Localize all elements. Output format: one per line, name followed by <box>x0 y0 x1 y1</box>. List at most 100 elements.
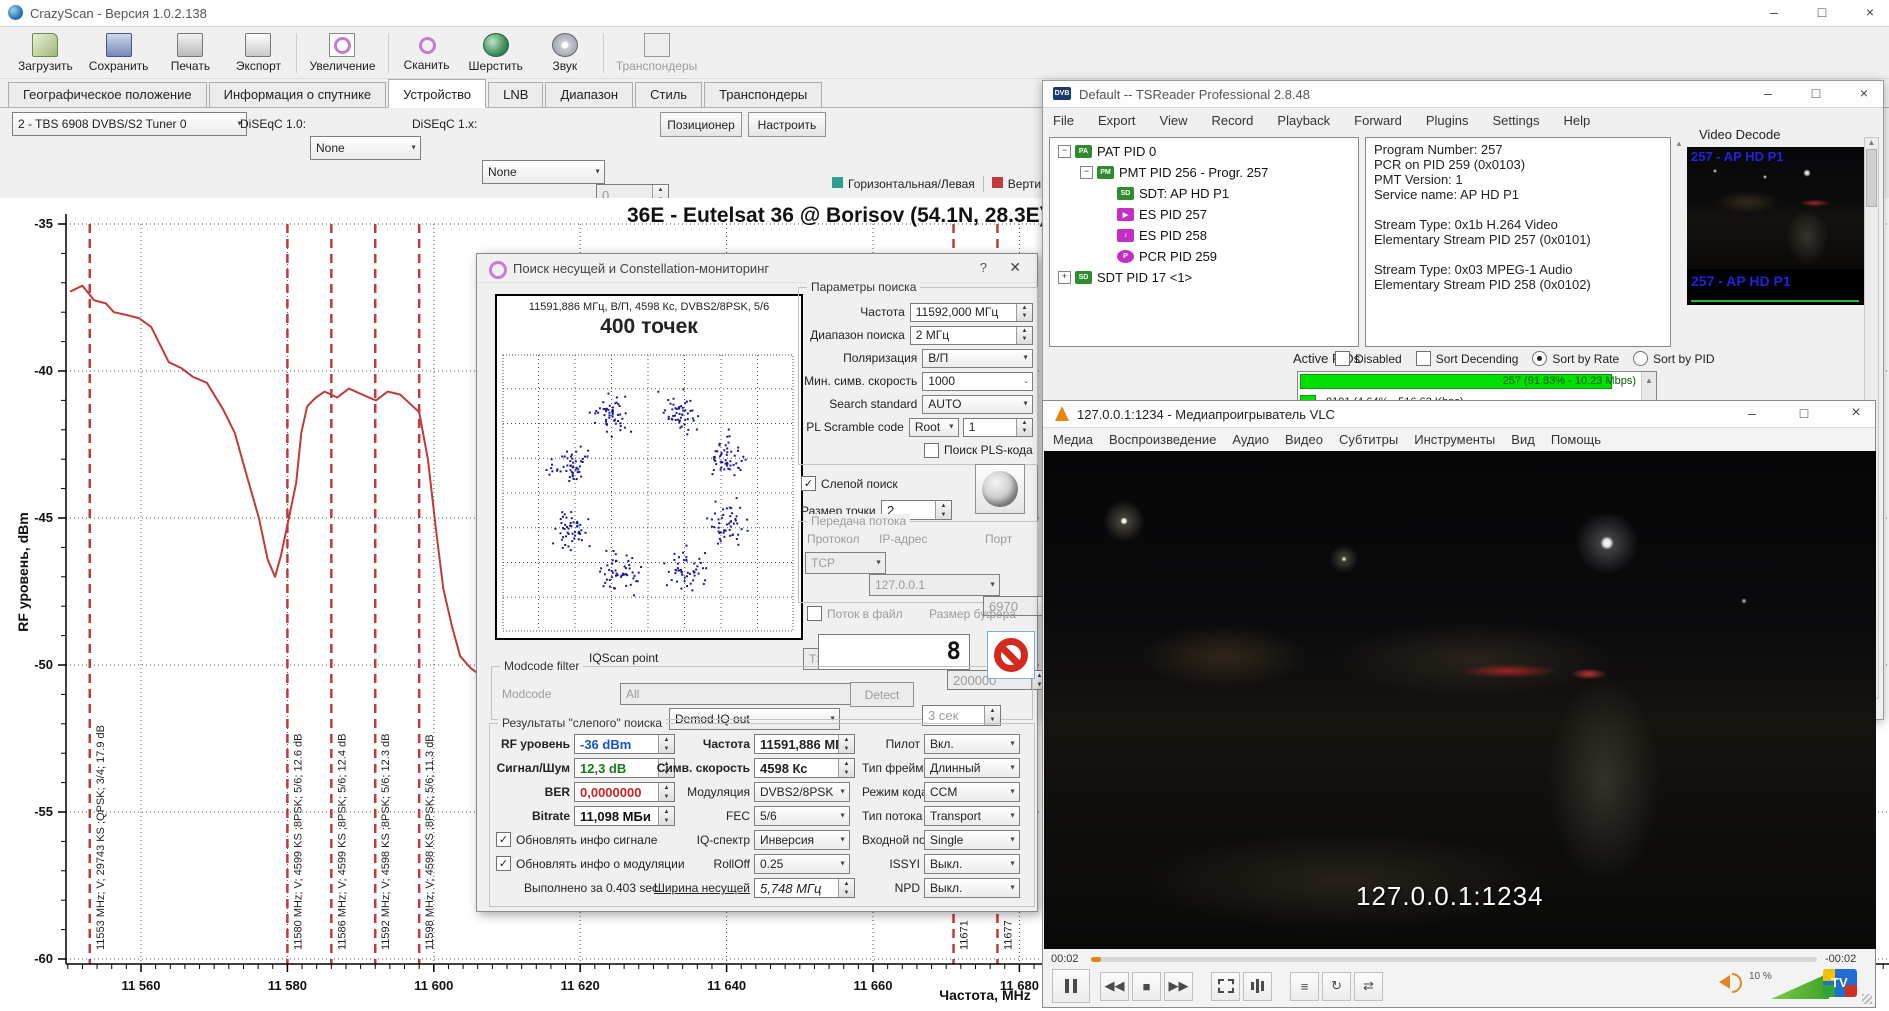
next-button[interactable]: ▶▶ <box>1164 972 1193 1001</box>
close-button[interactable]: × <box>1857 2 1883 22</box>
param-dropdown[interactable]: AUTO▼ <box>922 395 1033 414</box>
tree-item[interactable]: −PMPMT PID 256 - Progr. 257 <box>1054 162 1358 183</box>
maximize-button[interactable]: □ <box>1803 83 1829 103</box>
value-field[interactable]: 11591,886 МГц▲▼ <box>754 734 855 754</box>
tree-item[interactable]: ♪ES PID 258 <box>1054 225 1358 246</box>
value-dropdown[interactable]: DVBS2/8PSK▼ <box>754 782 850 802</box>
menu-export[interactable]: Export <box>1098 113 1136 128</box>
globe-button[interactable] <box>975 464 1025 514</box>
protocol-select[interactable]: TCP▼ <box>805 552 886 574</box>
param-dropdown[interactable]: Root▼ <box>909 418 959 437</box>
setup-button[interactable]: Настроить <box>748 112 826 137</box>
expander-minus-icon[interactable]: − <box>1080 166 1093 179</box>
tree-item[interactable]: +SDSDT PID 17 <1> <box>1054 267 1358 288</box>
menu-аудио[interactable]: Аудио <box>1232 432 1269 447</box>
pause-button[interactable] <box>1052 969 1090 1003</box>
dialog-close-button[interactable]: ✕ <box>1009 259 1021 276</box>
stop-button[interactable]: ■ <box>1132 972 1161 1001</box>
param-dropdown[interactable]: В/П▼ <box>922 349 1033 368</box>
playlist-button[interactable]: ≡ <box>1290 972 1319 1001</box>
sort-by-pid-radio[interactable]: Sort by PID <box>1633 351 1714 366</box>
scroll-up-icon[interactable]: ▲ <box>1675 139 1683 148</box>
menu-help[interactable]: Help <box>1563 113 1590 128</box>
update-info-checkbox[interactable]: ✓Обновлять инфо сигнале <box>496 832 657 847</box>
value-dropdown[interactable]: 5/6▼ <box>754 806 850 826</box>
toolbar-button-open-folder[interactable]: Загрузить <box>10 31 81 75</box>
menu-file[interactable]: File <box>1053 113 1074 128</box>
extended-settings-button[interactable] <box>1243 972 1272 1001</box>
menu-вид[interactable]: Вид <box>1511 432 1535 447</box>
disabled-checkbox[interactable]: Disabled <box>1335 351 1402 366</box>
param-spinner[interactable]: 2 МГц▲▼ <box>910 326 1033 345</box>
param-spinner[interactable]: 11592,000 МГц▲▼ <box>910 303 1033 322</box>
sort-by-rate-radio[interactable]: Sort by Rate <box>1532 351 1619 366</box>
tab-информация-о-спутнике[interactable]: Информация о спутнике <box>209 82 387 107</box>
minimize-button[interactable]: – <box>1739 403 1765 423</box>
param-spinner[interactable]: 1▲▼ <box>963 418 1033 437</box>
speaker-icon[interactable] <box>1719 975 1730 989</box>
previous-button[interactable]: ◀◀ <box>1100 972 1129 1001</box>
tuner-select[interactable]: 2 - TBS 6908 DVBS/S2 Tuner 0▼ <box>12 112 247 136</box>
expander-plus-icon[interactable]: + <box>1058 271 1071 284</box>
resize-grip[interactable] <box>1862 994 1872 1004</box>
menu-субтитры[interactable]: Субтитры <box>1339 432 1398 447</box>
blind-search-checkbox[interactable]: ✓ Слепой поиск <box>801 476 898 491</box>
tree-item[interactable]: −PAPAT PID 0 <box>1054 141 1358 162</box>
sort-decending-checkbox[interactable]: Sort Decending <box>1416 351 1519 366</box>
ip-select[interactable]: 127.0.0.1▼ <box>869 574 1000 596</box>
menu-помощь[interactable]: Помощь <box>1551 432 1601 447</box>
expander-minus-icon[interactable]: − <box>1058 145 1071 158</box>
toolbar-button-printer[interactable]: Печать <box>156 31 224 75</box>
tree-item[interactable]: ▶ES PID 257 <box>1054 204 1358 225</box>
positioner-button[interactable]: Позиционер <box>660 112 742 137</box>
close-button[interactable]: × <box>1843 403 1869 423</box>
tree-item[interactable]: PPCR PID 259 <box>1054 246 1358 267</box>
value-dropdown[interactable]: Вкл.▼ <box>924 734 1020 754</box>
tab-диапазон[interactable]: Диапазон <box>545 82 633 107</box>
value-field[interactable]: 5,748 МГц▲▼ <box>754 878 855 898</box>
minimize-button[interactable]: – <box>1755 83 1781 103</box>
stop-button[interactable] <box>987 631 1035 679</box>
value-dropdown[interactable]: Single▼ <box>924 830 1020 850</box>
toolbar-button-magnifier[interactable]: Сканить <box>393 32 461 74</box>
value-dropdown[interactable]: Transport▼ <box>924 806 1020 826</box>
menu-воспроизведение[interactable]: Воспроизведение <box>1109 432 1216 447</box>
menu-record[interactable]: Record <box>1211 113 1253 128</box>
value-field[interactable]: 4598 Кс▲▼ <box>754 758 855 778</box>
tab-транспондеры[interactable]: Транспондеры <box>704 82 822 107</box>
tab-стиль[interactable]: Стиль <box>635 82 702 107</box>
tree-item[interactable]: SDSDT: AP HD P1 <box>1054 183 1358 204</box>
value-dropdown[interactable]: Инверсия▼ <box>754 830 850 850</box>
stream-to-file-checkbox[interactable]: Поток в файл <box>807 606 903 621</box>
pls-search-checkbox[interactable]: Поиск PLS-кода <box>924 443 1033 458</box>
value-dropdown[interactable]: Длинный▼ <box>924 758 1020 778</box>
param-combo[interactable]: 1000⌄ <box>922 372 1033 391</box>
detect-button[interactable]: Detect <box>850 682 914 707</box>
value-dropdown[interactable]: Выкл.▼ <box>924 854 1020 874</box>
maximize-button[interactable]: □ <box>1791 403 1817 423</box>
tab-lnb[interactable]: LNB <box>488 82 543 107</box>
menu-видео[interactable]: Видео <box>1285 432 1323 447</box>
toolbar-button-globe[interactable]: Шерстить <box>461 31 531 75</box>
menu-view[interactable]: View <box>1160 113 1188 128</box>
toolbar-button-disc[interactable]: Звук <box>531 31 599 75</box>
random-button[interactable]: ⇄ <box>1354 972 1383 1001</box>
menu-инструменты[interactable]: Инструменты <box>1414 432 1495 447</box>
toolbar-button-floppy[interactable]: Сохранить <box>81 31 157 75</box>
seek-bar[interactable] <box>1091 957 1817 962</box>
value-dropdown[interactable]: CCM▼ <box>924 782 1020 802</box>
menu-forward[interactable]: Forward <box>1354 113 1402 128</box>
menu-plugins[interactable]: Plugins <box>1426 113 1469 128</box>
toolbar-button-zoom-doc[interactable]: Увеличение <box>301 31 383 75</box>
close-button[interactable]: × <box>1851 83 1877 103</box>
menu-медиа[interactable]: Медиа <box>1053 432 1093 447</box>
fullscreen-button[interactable] <box>1211 972 1240 1001</box>
menu-playback[interactable]: Playback <box>1277 113 1330 128</box>
toolbar-button-export[interactable]: Экспорт <box>224 31 292 75</box>
modcode-select[interactable]: All▼ <box>620 683 861 705</box>
menu-settings[interactable]: Settings <box>1492 113 1539 128</box>
vlc-video-area[interactable]: 127.0.0.1:1234 <box>1044 451 1876 949</box>
toolbar-button-notepad[interactable]: Транспондеры <box>608 31 705 75</box>
minimize-button[interactable]: – <box>1761 2 1787 22</box>
tab-устройство[interactable]: Устройство <box>388 79 486 108</box>
